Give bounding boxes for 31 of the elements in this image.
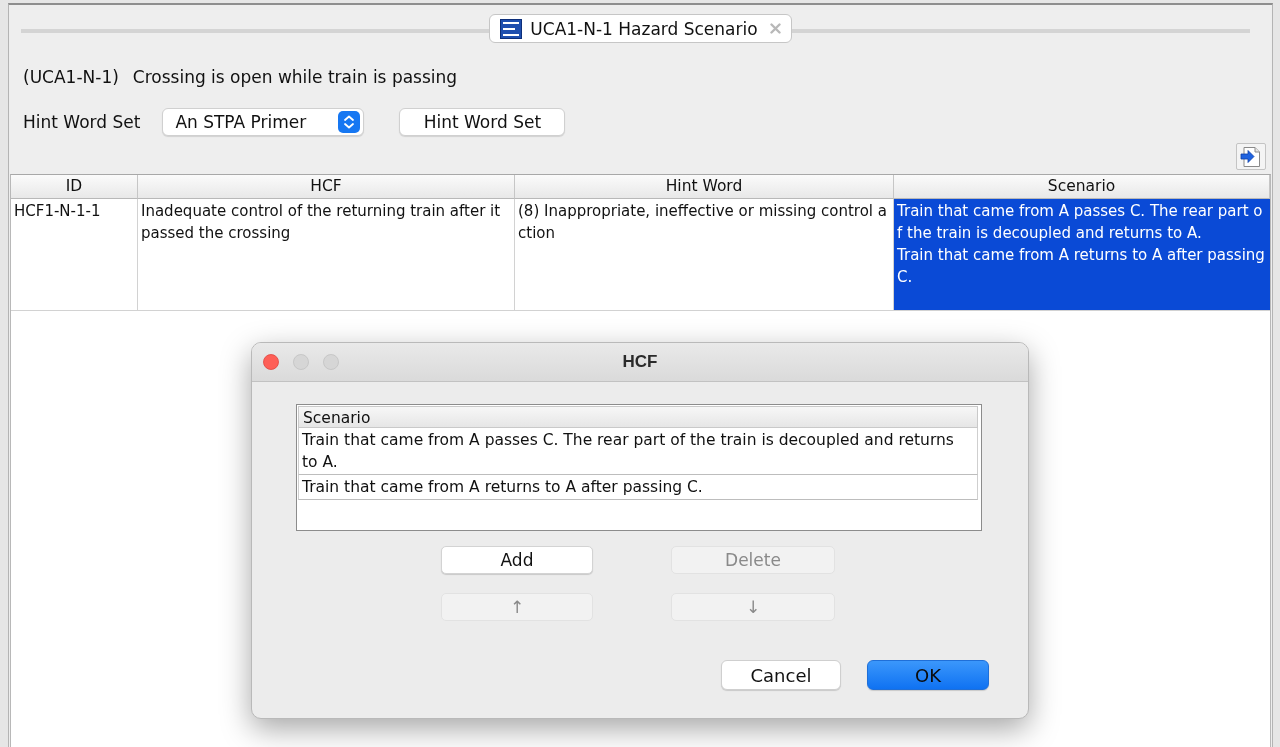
uca-description: Crossing is open while train is passing bbox=[132, 67, 458, 87]
arrow-page-icon bbox=[1240, 145, 1262, 168]
list-header[interactable]: Scenario bbox=[298, 406, 978, 428]
column-header[interactable]: ID bbox=[11, 175, 138, 199]
dialog-button[interactable]: Add bbox=[441, 546, 593, 574]
list-row[interactable]: Train that came from A passes C. The rear part of the train is decoupled and returns to A. bbox=[298, 428, 978, 475]
column-header[interactable]: Scenario bbox=[894, 175, 1270, 199]
dialog-button[interactable]: Cancel bbox=[721, 660, 841, 690]
list-row[interactable]: Train that came from A returns to A after passing C. bbox=[298, 475, 978, 500]
close-icon[interactable] bbox=[769, 23, 781, 34]
window-control-icon[interactable] bbox=[293, 354, 309, 370]
hint-word-set-select[interactable]: An STPA Primer bbox=[162, 108, 365, 136]
hint-word-set-button[interactable]: Hint Word Set bbox=[399, 108, 566, 136]
scenario-text: Train that came from A returns to A after passing C. bbox=[897, 245, 1266, 288]
table-cell[interactable]: Inadequate control of the returning train after it passed the crossing bbox=[138, 199, 515, 311]
column-header[interactable]: Hint Word bbox=[515, 175, 894, 199]
document-tab[interactable]: UCA1-N-1 Hazard Scenario bbox=[489, 14, 792, 43]
confirm-button[interactable]: OK bbox=[867, 660, 989, 690]
scenario-text: Train that came from A passes C. The rear part of the train is decoupled and returns to A. bbox=[897, 201, 1264, 244]
close-icon[interactable] bbox=[263, 354, 279, 370]
export-button[interactable] bbox=[1236, 143, 1266, 170]
updown-chevron-icon bbox=[338, 111, 361, 133]
table-cell[interactable]: HCF1-N-1-1 bbox=[11, 199, 138, 311]
tile-logo-icon bbox=[500, 18, 523, 39]
dialog-title: HCF bbox=[622, 352, 658, 372]
hint-word-set-label: Hint Word Set bbox=[23, 112, 141, 132]
column-header[interactable]: HCF bbox=[138, 175, 515, 199]
table-cell[interactable]: Train that came from A passes C. The rear part of the train is decoupled and returns to A. Train that came from A returns to A after passing C. bbox=[894, 199, 1270, 311]
window-control-icon[interactable] bbox=[323, 354, 339, 370]
uca-id: (UCA1-N-1) bbox=[23, 67, 119, 87]
table-cell[interactable]: (8) Inappropriate, ineffective or missing control action bbox=[515, 199, 894, 311]
